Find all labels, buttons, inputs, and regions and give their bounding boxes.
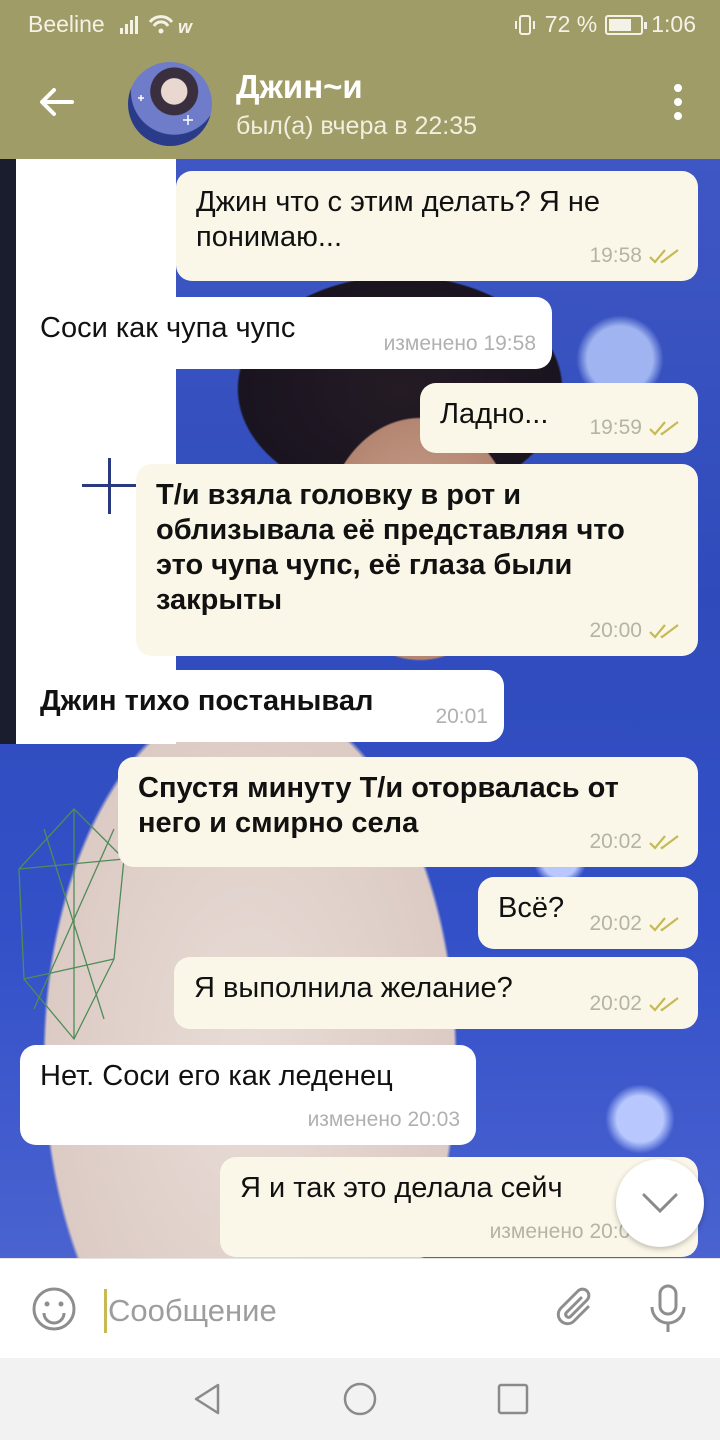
- attach-icon[interactable]: [552, 1285, 600, 1333]
- message-input[interactable]: [108, 1287, 528, 1335]
- message-bubble[interactable]: Соси как чупа чупс изменено 19:58: [20, 297, 552, 369]
- double-check-icon: [649, 420, 679, 436]
- svg-text:w: w: [178, 17, 193, 36]
- wallpaper-panel: [16, 159, 176, 744]
- message-text: Я и так это делала сейч: [240, 1172, 563, 1204]
- home-circle-icon[interactable]: [341, 1380, 379, 1418]
- message-bubble[interactable]: Ладно... 19:59: [420, 383, 698, 453]
- double-check-icon: [649, 916, 679, 932]
- carrier-name: Beeline: [28, 11, 105, 37]
- message-time: изменено 19:58: [383, 332, 536, 355]
- wallpaper-plus: [82, 458, 138, 514]
- mic-icon[interactable]: [646, 1283, 690, 1335]
- message-bubble[interactable]: Нет. Соси его как леденец изменено 20:03: [20, 1045, 476, 1145]
- message-time: 20:02: [589, 830, 642, 853]
- signal-wifi-icon: w: [120, 15, 193, 36]
- message-time: 20:02: [589, 992, 642, 1015]
- status-bar: Beeline w 72 % 1:06: [0, 0, 720, 48]
- double-check-icon: [649, 623, 679, 639]
- scroll-down-button[interactable]: [616, 1159, 704, 1247]
- shirt-pattern: [18, 808, 125, 1041]
- system-nav-bar: [0, 1358, 720, 1440]
- emoji-icon[interactable]: [30, 1285, 78, 1333]
- message-bubble[interactable]: Спустя минуту Т/и оторвалась от него и с…: [118, 757, 698, 867]
- message-time: 20:01: [435, 705, 488, 728]
- double-check-icon: [649, 834, 679, 850]
- back-arrow-icon[interactable]: [34, 80, 78, 124]
- message-time: изменено 20:03: [307, 1108, 460, 1131]
- last-seen: был(а) вчера в 22:35: [236, 112, 478, 140]
- message-composer: [0, 1258, 720, 1358]
- vibrate-icon: [514, 14, 535, 35]
- message-text: Т/и взяла головку в рот и облизывала её …: [156, 479, 625, 616]
- double-check-icon: [649, 248, 679, 264]
- double-check-icon: [649, 996, 679, 1012]
- chat-area[interactable]: Don't different. Show you are. cause you…: [0, 159, 720, 1258]
- chevron-down-icon: [642, 1193, 678, 1214]
- back-triangle-icon[interactable]: [188, 1380, 226, 1418]
- message-time: 19:58: [589, 244, 642, 267]
- message-bubble[interactable]: Я выполнила желание? 20:02: [174, 957, 698, 1029]
- message-bubble[interactable]: Всё? 20:02: [478, 877, 698, 949]
- message-time: 20:00: [589, 619, 642, 642]
- wallpaper-edge: [0, 159, 16, 744]
- message-time: 19:59: [589, 416, 642, 439]
- text-caret: [104, 1289, 107, 1333]
- battery-percent: 72 %: [544, 11, 598, 37]
- message-bubble[interactable]: Джин что с этим делать? Я не понимаю... …: [176, 171, 698, 281]
- battery-icon: [605, 14, 648, 35]
- avatar-sparkles: [138, 95, 193, 125]
- recents-square-icon[interactable]: [494, 1380, 532, 1418]
- chat-header: Джин~и был(а) вчера в 22:35: [0, 48, 720, 159]
- message-text: Джин тихо постанывал: [40, 685, 374, 717]
- status-right: 72 % 1:06: [513, 11, 696, 38]
- avatar[interactable]: [128, 62, 212, 146]
- message-text: Нет. Соси его как леденец: [40, 1060, 393, 1092]
- clock: 1:06: [651, 11, 696, 37]
- message-bubble[interactable]: Т/и взяла головку в рот и облизывала её …: [136, 464, 698, 656]
- contact-name[interactable]: Джин~и: [236, 68, 363, 106]
- more-vert-icon[interactable]: [666, 84, 690, 128]
- message-bubble[interactable]: Джин тихо постанывал 20:01: [20, 670, 504, 742]
- message-time: 20:02: [589, 912, 642, 935]
